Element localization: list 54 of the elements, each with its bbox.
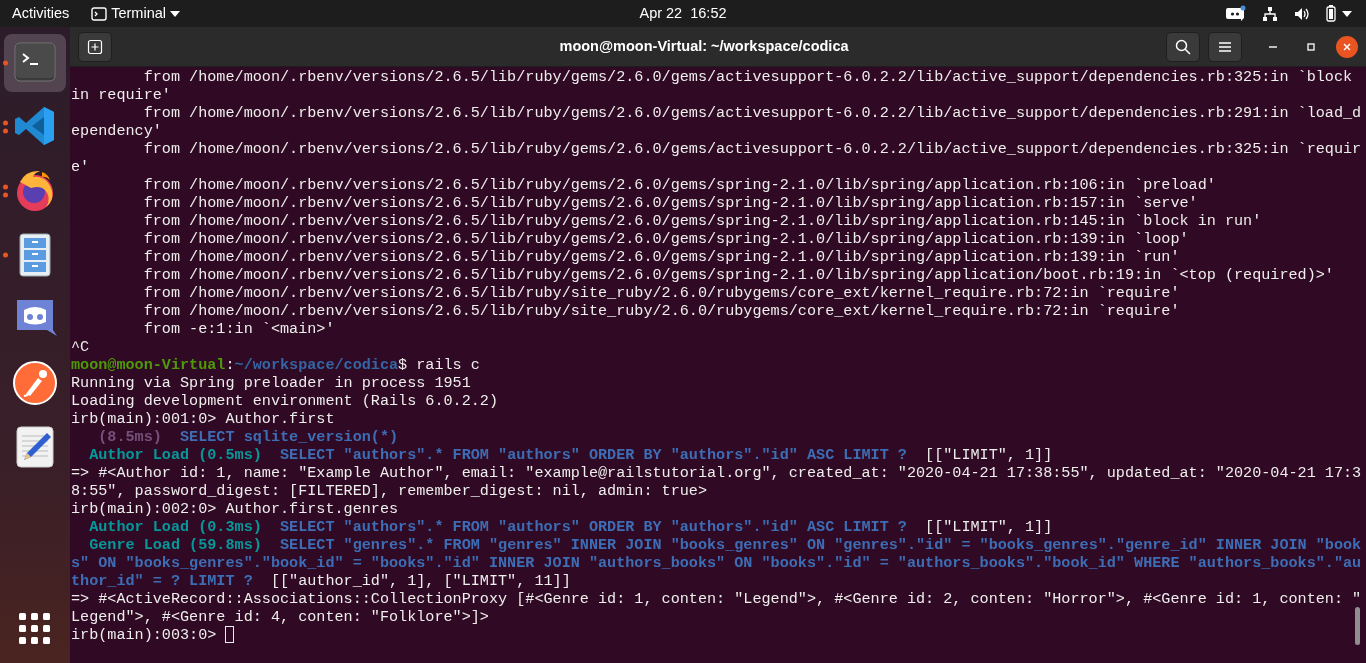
terminal-line: Running via Spring preloader in process 1951 — [71, 374, 472, 392]
battery-icon[interactable] — [1326, 5, 1336, 22]
app-grid-icon[interactable] — [17, 611, 53, 647]
terminal-line: Author Load (0.3ms) SELECT "authors".* FROM "authors" ORDER BY "authors"."id" ASC LIMIT ? [["LIMIT", 1]] — [88, 518, 1054, 536]
terminal-line: from /home/moon/.rbenv/versions/2.6.5/lib/ruby/gems/2.6.0/gems/spring-2.1.0/lib/spring/application.rb:106:in `preload' — [142, 176, 1217, 194]
terminal-line: thor_id" = ? LIMIT ? [["author_id", 1], ["LIMIT", 11]] — [71, 572, 572, 590]
terminal-line: from /home/moon/.rbenv/versions/2.6.5/lib/ruby/gems/2.6.0/gems/spring-2.1.0/lib/spring/application/boot.rb:19:in `<top (required)>' — [142, 266, 1335, 284]
terminal-line: ^C — [71, 338, 91, 356]
terminal-line: from /home/moon/.rbenv/versions/2.6.5/lib/ruby/site_ruby/2.6.0/rubygems/core_ext/kernel_require.rb:72:in `require' — [142, 302, 1181, 320]
close-icon — [1342, 41, 1352, 52]
close-button[interactable] — [1336, 35, 1358, 58]
minimize-icon — [1269, 45, 1277, 48]
search-button[interactable] — [1166, 31, 1200, 62]
terminal-line: s" ON "books_genres"."book_id" = "books"."id" INNER JOIN "authors_books" ON "books"."id" = "authors_books"."book_id" WHERE "authors_books"."au — [71, 554, 1363, 572]
new-tab-button[interactable] — [78, 31, 112, 62]
terminal-line: irb(main):003:0> — [71, 626, 1366, 644]
terminal-icon — [91, 6, 108, 21]
caret-icon[interactable] — [1342, 9, 1352, 18]
search-icon — [1175, 38, 1191, 55]
network-icon[interactable] — [1262, 5, 1278, 22]
terminal-line: from /home/moon/.rbenv/versions/2.6.5/lib/ruby/gems/2.6.0/gems/spring-2.1.0/lib/spring/application.rb:139:in `run' — [142, 248, 1181, 266]
terminal-line: from -e:1:in `<main>' — [142, 320, 336, 338]
terminal-line: moon@moon-Virtual:~/workspace/codica$ rails c — [71, 356, 481, 374]
terminal-line: (8.5ms) SELECT sqlite_version(*) — [97, 428, 400, 446]
activities-button[interactable]: Activities — [12, 2, 70, 25]
terminal-line: Legend">, #<Genre id: 4, conten: "Folklore">]> — [71, 608, 490, 626]
terminal-line: Loading development environment (Rails 6.0.2.2) — [71, 392, 500, 410]
plus-icon — [87, 38, 103, 55]
terminal-line: irb(main):002:0> Author.first.genres — [71, 500, 400, 518]
terminal-line: e' — [71, 158, 91, 176]
terminal-line: in require' — [71, 86, 172, 104]
terminal-line: from /home/moon/.rbenv/versions/2.6.5/lib/ruby/gems/2.6.0/gems/activesupport-6.0.2.2/lib/active_support/dependencies.rb:325:in `requir — [142, 140, 1363, 158]
app-menu-button[interactable]: Terminal — [111, 2, 180, 25]
caret-icon — [170, 9, 180, 18]
clock[interactable]: Apr 22 16:52 — [639, 2, 727, 25]
terminal-line: Author Load (0.5ms) SELECT "authors".* FROM "authors" ORDER BY "authors"."id" ASC LIMIT ? [["LIMIT", 1]] — [88, 446, 1054, 464]
maximize-icon — [1306, 41, 1316, 52]
terminal-line: from /home/moon/.rbenv/versions/2.6.5/lib/ruby/gems/2.6.0/gems/spring-2.1.0/lib/spring/application.rb:145:in `block in run' — [142, 212, 1263, 230]
terminal-line: => #<Author id: 1, name: "Example Author", email: "example@railstutorial.org", created_at: "2020-04-21 17:38:55", updated_at: "2020-04-21 17:3 — [71, 464, 1363, 482]
terminal-line: Genre Load (59.8ms) SELECT "genres".* FROM "genres" INNER JOIN "books_genres" ON "genres"."id" = "books_genres"."genre_id" INNER JOIN "book — [88, 536, 1363, 554]
terminal-line: from /home/moon/.rbenv/versions/2.6.5/lib/ruby/gems/2.6.0/gems/activesupport-6.0.2.2/lib/active_support/dependencies.rb:291:in `load_d — [142, 104, 1363, 122]
chat-app-icon[interactable] — [1224, 4, 1246, 23]
terminal-line: from /home/moon/.rbenv/versions/2.6.5/lib/ruby/site_ruby/2.6.0/rubygems/core_ext/kernel_require.rb:72:in `require' — [142, 284, 1181, 302]
terminal-line: => #<ActiveRecord::Associations::CollectionProxy [#<Genre id: 1, conten: "Legend">, #<Genre id: 2, conten: "Horror">, #<Genre id: 1, conten: " — [71, 590, 1363, 608]
terminal-line: irb(main):001:0> Author.first — [71, 410, 336, 428]
terminal-line: from /home/moon/.rbenv/versions/2.6.5/lib/ruby/gems/2.6.0/gems/activesupport-6.0.2.2/lib/active_support/dependencies.rb:325:in `block — [142, 68, 1354, 86]
menu-button[interactable] — [1208, 31, 1242, 62]
terminal-line: from /home/moon/.rbenv/versions/2.6.5/lib/ruby/gems/2.6.0/gems/spring-2.1.0/lib/spring/application.rb:139:in `loop' — [142, 230, 1190, 248]
scrollbar-thumb[interactable] — [1355, 607, 1360, 645]
menu-icon — [1218, 40, 1232, 53]
window-title: moon@moon-Virtual: ~/workspace/codica — [558, 36, 850, 56]
terminal-line: from /home/moon/.rbenv/versions/2.6.5/lib/ruby/gems/2.6.0/gems/spring-2.1.0/lib/spring/application.rb:157:in `serve' — [142, 194, 1199, 212]
terminal-line: 8:55", password_digest: [FILTERED], remember_digest: nil, admin: true> — [71, 482, 708, 500]
terminal-line: ependency' — [71, 122, 163, 140]
